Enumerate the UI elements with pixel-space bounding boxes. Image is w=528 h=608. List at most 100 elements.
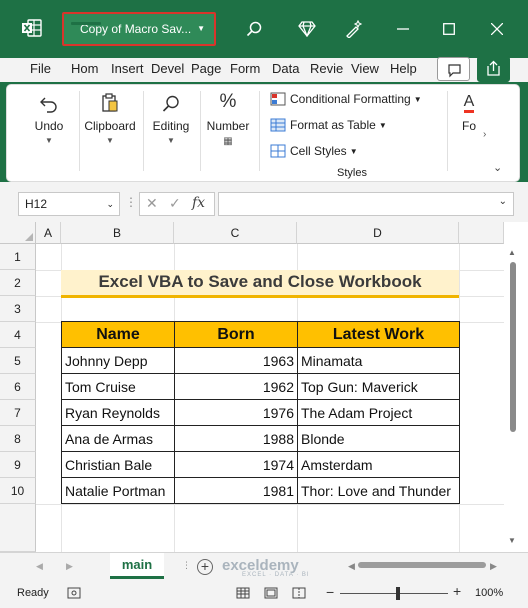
column-header-a[interactable]: A: [36, 222, 61, 244]
close-button[interactable]: [482, 14, 512, 44]
font-label: Fo: [461, 119, 476, 133]
row-header-10[interactable]: 10: [0, 478, 36, 504]
zoom-slider-thumb[interactable]: [396, 587, 400, 600]
normal-view-icon[interactable]: [236, 587, 250, 599]
tab-home[interactable]: Hom: [71, 61, 98, 76]
header-latest-work[interactable]: Latest Work: [297, 321, 460, 348]
number-button[interactable]: % Number ▦: [203, 85, 253, 147]
header-born[interactable]: Born: [174, 321, 298, 348]
cell-work[interactable]: The Adam Project: [297, 399, 460, 426]
designer-button[interactable]: [339, 14, 369, 44]
cell-born[interactable]: 1981: [174, 477, 298, 504]
cell-work[interactable]: Top Gun: Maverick: [297, 373, 460, 400]
format-as-table-button[interactable]: Format as Table ▼: [270, 118, 387, 132]
column-header-c[interactable]: C: [174, 222, 297, 244]
zoom-in-button[interactable]: +: [453, 583, 461, 599]
scroll-down-icon[interactable]: ▼: [508, 536, 516, 545]
cell-born[interactable]: 1963: [174, 347, 298, 374]
tab-review[interactable]: Revie: [310, 61, 343, 76]
cancel-icon[interactable]: ✕: [146, 195, 158, 212]
column-header-b[interactable]: B: [61, 222, 174, 244]
row-header-2[interactable]: 2: [0, 270, 36, 296]
page-layout-icon[interactable]: [264, 587, 278, 599]
row-header-5[interactable]: 5: [0, 348, 36, 374]
page-break-preview-icon[interactable]: [292, 587, 306, 599]
maximize-button[interactable]: [434, 14, 464, 44]
tab-data[interactable]: Data: [272, 61, 299, 76]
row-header-8[interactable]: 8: [0, 426, 36, 452]
cell-born[interactable]: 1962: [174, 373, 298, 400]
tab-developer[interactable]: Devel: [151, 61, 184, 76]
cell-name[interactable]: Christian Bale: [61, 451, 175, 478]
insert-function-button[interactable]: fx: [192, 195, 205, 211]
sheet-tab-main[interactable]: main: [110, 553, 164, 579]
tab-file[interactable]: File: [30, 61, 51, 76]
accessibility-icon[interactable]: [67, 587, 81, 599]
row-header-1[interactable]: 1: [0, 244, 36, 270]
comments-button[interactable]: [437, 57, 470, 81]
vertical-scrollbar[interactable]: ▲ ▼: [504, 244, 528, 552]
cell-born[interactable]: 1976: [174, 399, 298, 426]
zoom-slider[interactable]: [340, 593, 448, 594]
worksheet-grid[interactable]: A B C D 1 2 3 4 5 6 7 8 9 10 Excel VBA t…: [0, 222, 528, 552]
name-box[interactable]: H12 ⌄: [18, 192, 120, 216]
cell-work[interactable]: Minamata: [297, 347, 460, 374]
cell-styles-button[interactable]: Cell Styles ▼: [270, 144, 358, 158]
chevron-down-icon[interactable]: ⌄: [499, 196, 507, 207]
undo-button[interactable]: Undo ▼: [29, 85, 69, 145]
row-header-4[interactable]: 4: [0, 322, 36, 348]
cell-born[interactable]: 1974: [174, 451, 298, 478]
formula-input[interactable]: ⌄: [218, 192, 514, 216]
sheet-title-cell[interactable]: Excel VBA to Save and Close Workbook: [61, 270, 459, 296]
tab-formulas[interactable]: Form: [230, 61, 260, 76]
add-sheet-button[interactable]: +: [197, 559, 213, 575]
cell-work[interactable]: Amsterdam: [297, 451, 460, 478]
next-sheet-icon[interactable]: ▶: [66, 561, 73, 572]
minimize-button[interactable]: [388, 14, 418, 44]
zoom-out-button[interactable]: −: [326, 584, 334, 600]
row-header-7[interactable]: 7: [0, 400, 36, 426]
tab-page-layout[interactable]: Page: [191, 61, 221, 76]
tab-help[interactable]: Help: [390, 61, 417, 76]
scroll-right-icon[interactable]: ▶: [490, 561, 497, 572]
scrollbar-thumb[interactable]: [510, 262, 516, 432]
clipboard-button[interactable]: Clipboard ▼: [80, 85, 140, 145]
column-header-e[interactable]: [459, 222, 504, 244]
document-title-dropdown[interactable]: Copy of Macro Sav... ▼: [62, 12, 216, 46]
row-header-6[interactable]: 6: [0, 374, 36, 400]
chevron-down-icon[interactable]: ⌄: [106, 193, 114, 215]
more-sheets-icon[interactable]: ⋮: [182, 560, 191, 571]
horizontal-scrollbar-thumb[interactable]: [358, 562, 486, 568]
column-header-d[interactable]: D: [297, 222, 459, 244]
cell-name[interactable]: Ana de Armas: [61, 425, 175, 452]
chevron-right-icon[interactable]: ›: [483, 129, 486, 140]
check-icon[interactable]: ✓: [169, 195, 181, 212]
header-name[interactable]: Name: [61, 321, 175, 348]
cell-name[interactable]: Ryan Reynolds: [61, 399, 175, 426]
zoom-level[interactable]: 100%: [475, 587, 503, 599]
cell-work[interactable]: Thor: Love and Thunder: [297, 477, 460, 504]
row-header-9[interactable]: 9: [0, 452, 36, 478]
premium-button[interactable]: [292, 14, 322, 44]
cell-name[interactable]: Natalie Portman: [61, 477, 175, 504]
scroll-up-icon[interactable]: ▲: [508, 248, 516, 257]
collapse-ribbon-button[interactable]: ⌄: [493, 161, 502, 174]
previous-sheet-icon[interactable]: ◀: [36, 561, 43, 572]
row-header-3[interactable]: 3: [0, 296, 36, 322]
more-options-icon[interactable]: ⋮: [125, 195, 137, 209]
share-button[interactable]: [477, 56, 510, 82]
font-button[interactable]: A Fo: [455, 85, 483, 134]
conditional-formatting-button[interactable]: Conditional Formatting ▼: [270, 92, 422, 106]
cell-work[interactable]: Blonde: [297, 425, 460, 452]
editing-button[interactable]: Editing ▼: [146, 85, 196, 145]
watermark-subtext: EXCEL · DATA · BI: [242, 572, 310, 578]
select-all-button[interactable]: [0, 222, 36, 244]
format-as-table-label: Format as Table: [290, 118, 376, 132]
cell-name[interactable]: Tom Cruise: [61, 373, 175, 400]
cell-name[interactable]: Johnny Depp: [61, 347, 175, 374]
scroll-left-icon[interactable]: ◀: [348, 561, 355, 572]
cell-born[interactable]: 1988: [174, 425, 298, 452]
tab-view[interactable]: View: [351, 61, 379, 76]
search-button[interactable]: [239, 14, 269, 44]
tab-insert[interactable]: Insert: [111, 61, 144, 76]
